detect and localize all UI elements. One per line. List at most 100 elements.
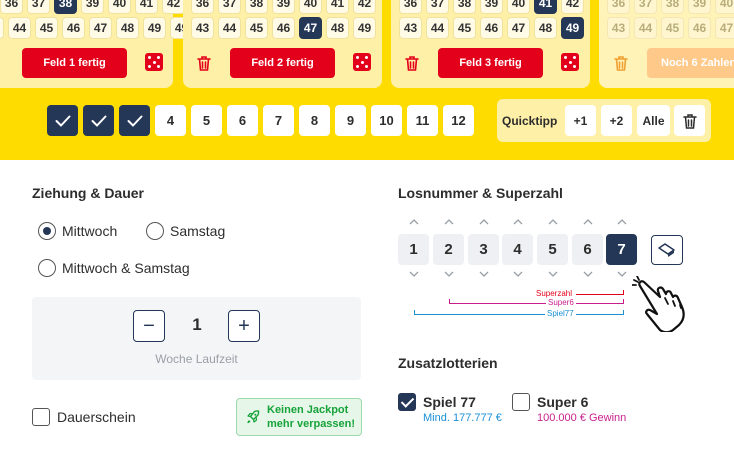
number-cell[interactable]: 49 [353,17,376,39]
ticket-scan-button[interactable] [651,235,683,265]
chevron-down-icon[interactable] [617,271,627,277]
number-cell[interactable]: 40 [108,0,131,14]
chevron-up-icon[interactable] [409,219,419,225]
trash-icon[interactable] [612,54,630,72]
losnummer-digit[interactable]: 2 [433,234,464,265]
number-cell-selected[interactable]: 49 [561,17,584,39]
dice-icon[interactable] [353,53,371,71]
losnummer-digit[interactable]: 4 [502,234,533,265]
number-cell[interactable]: 39 [688,0,711,14]
number-cell[interactable]: 41 [135,0,158,14]
number-cell[interactable]: 49 [143,17,166,39]
number-cell[interactable]: 43 [191,17,214,39]
number-cell[interactable]: 48 [116,17,139,39]
spiel77-checkbox[interactable] [398,393,416,411]
superzahl-digit[interactable]: 7 [606,234,637,265]
number-cell[interactable]: 44 [8,17,31,39]
number-cell[interactable]: 37 [27,0,50,14]
radio-circle[interactable] [38,222,56,240]
number-cell[interactable]: 39 [480,0,503,14]
field-2-done-button[interactable]: Feld 2 fertig [230,48,335,78]
chevron-down-icon[interactable] [444,271,454,277]
field-3-done-button[interactable]: Feld 3 fertig [438,48,543,78]
field-button[interactable]: 10 [371,105,402,136]
duration-plus-button[interactable]: + [228,310,260,342]
dauerschein-checkbox[interactable] [32,408,50,426]
number-cell[interactable]: 37 [218,0,241,14]
number-cell[interactable]: 38 [661,0,684,14]
quicktipp-plus1-button[interactable]: +1 [565,105,596,136]
number-cell[interactable]: 43 [0,17,4,39]
chevron-up-icon[interactable] [583,219,593,225]
number-cell[interactable]: 48 [534,17,557,39]
quicktipp-all-button[interactable]: Alle [637,105,670,136]
field-button[interactable]: 7 [263,105,294,136]
number-cell[interactable]: 41 [326,0,349,14]
number-cell[interactable]: 36 [399,0,422,14]
field-button[interactable]: 4 [155,105,186,136]
field-done-3[interactable] [119,105,150,136]
number-cell[interactable]: 36 [0,0,23,14]
radio-mittwoch-samstag[interactable]: Mittwoch & Samstag [38,259,190,277]
chevron-up-icon[interactable] [548,219,558,225]
number-cell[interactable]: 46 [688,17,711,39]
number-cell[interactable]: 44 [426,17,449,39]
super6-checkbox[interactable] [512,393,530,411]
jackpot-hint[interactable]: Keinen Jackpot mehr verpassen! [236,398,362,436]
dice-icon[interactable] [561,53,579,71]
trash-icon[interactable] [195,54,213,72]
chevron-up-icon[interactable] [617,219,627,225]
chevron-up-icon[interactable] [479,219,489,225]
number-cell[interactable]: 39 [272,0,295,14]
chevron-up-icon[interactable] [513,219,523,225]
losnummer-digit[interactable]: 3 [468,234,499,265]
radio-circle[interactable] [146,222,164,240]
quicktipp-plus2-button[interactable]: +2 [601,105,632,136]
chevron-down-icon[interactable] [513,271,523,277]
number-cell[interactable]: 40 [507,0,530,14]
number-cell[interactable]: 46 [272,17,295,39]
trash-icon[interactable] [403,54,421,72]
number-cell[interactable]: 46 [480,17,503,39]
number-cell[interactable]: 47 [89,17,112,39]
number-cell-selected[interactable]: 47 [299,17,322,39]
losnummer-digit[interactable]: 1 [398,234,429,265]
number-cell[interactable]: 46 [62,17,85,39]
number-cell[interactable]: 45 [35,17,58,39]
number-cell[interactable]: 42 [561,0,584,14]
number-cell-selected[interactable]: 41 [534,0,557,14]
field-button[interactable]: 11 [407,105,438,136]
number-cell[interactable]: 36 [191,0,214,14]
field-1-done-button[interactable]: Feld 1 fertig [22,48,127,78]
number-cell[interactable]: 43 [399,17,422,39]
number-cell[interactable]: 38 [245,0,268,14]
losnummer-digit[interactable]: 5 [537,234,568,265]
field-button[interactable]: 12 [443,105,474,136]
quicktipp-delete-button[interactable] [674,105,705,136]
field-button[interactable]: 8 [299,105,330,136]
number-cell[interactable]: 45 [661,17,684,39]
field-button[interactable]: 5 [191,105,222,136]
chevron-up-icon[interactable] [444,219,454,225]
field-done-1[interactable] [47,105,78,136]
losnummer-digit[interactable]: 6 [572,234,603,265]
number-cell[interactable]: 36 [607,0,630,14]
number-cell[interactable]: 43 [607,17,630,39]
number-cell[interactable]: 42 [353,0,376,14]
chevron-down-icon[interactable] [409,271,419,277]
field-button[interactable]: 6 [227,105,258,136]
number-cell[interactable]: 40 [299,0,322,14]
chevron-down-icon[interactable] [583,271,593,277]
number-cell[interactable]: 39 [81,0,104,14]
number-cell[interactable]: 37 [426,0,449,14]
chevron-down-icon[interactable] [479,271,489,277]
number-cell[interactable]: 47 [507,17,530,39]
number-cell[interactable]: 37 [634,0,657,14]
number-cell[interactable]: 47 [715,17,734,39]
number-cell[interactable]: 38 [453,0,476,14]
field-button[interactable]: 9 [335,105,366,136]
duration-minus-button[interactable]: − [133,310,165,342]
number-cell[interactable]: 48 [326,17,349,39]
dice-icon[interactable] [145,53,163,71]
number-cell[interactable]: 40 [715,0,734,14]
